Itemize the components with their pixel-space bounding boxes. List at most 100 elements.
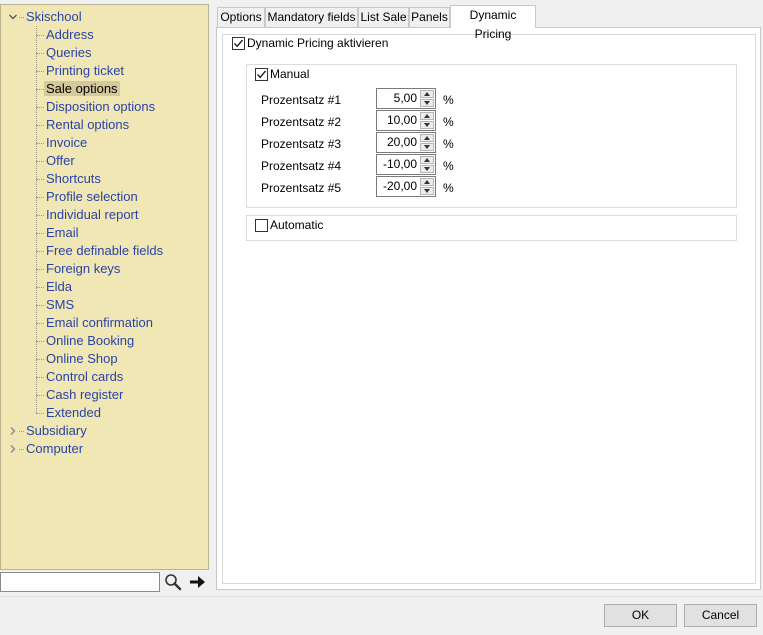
tree-item-extended[interactable]: Extended xyxy=(44,404,103,422)
tree-item-cash-register[interactable]: Cash register xyxy=(44,386,125,404)
tab-options[interactable]: Options xyxy=(217,7,265,27)
tree-connector xyxy=(36,71,44,72)
tree-item-label: Rental options xyxy=(46,117,130,132)
tree-item-label: Control cards xyxy=(46,369,124,384)
percentage-label: Prozentsatz #4 xyxy=(261,159,342,173)
tree-item-label: Subsidiary xyxy=(26,423,87,438)
tab-page-dynamic-pricing: Dynamic Pricing aktivieren Manual Prozen… xyxy=(216,27,761,590)
percent-unit: % xyxy=(443,159,454,173)
tree-item-label: Offer xyxy=(46,153,75,168)
footer-divider xyxy=(0,596,763,597)
percent-unit: % xyxy=(443,181,454,195)
tree-item-label: Shortcuts xyxy=(46,171,101,186)
tree-item-label: Individual report xyxy=(46,207,139,222)
tree-item-label: Printing ticket xyxy=(46,63,125,78)
tree-item-online-shop[interactable]: Online Shop xyxy=(44,350,120,368)
chevron-right-icon[interactable] xyxy=(8,422,18,440)
percentage-value: -10,00 xyxy=(382,157,417,171)
tree-connector xyxy=(36,377,44,378)
tree-item-sms[interactable]: SMS xyxy=(44,296,76,314)
tree-connector xyxy=(36,305,44,306)
tab-list-sale[interactable]: List Sale xyxy=(358,7,409,27)
tree-item-subsidiary[interactable]: Subsidiary xyxy=(24,422,89,440)
ok-button[interactable]: OK xyxy=(604,604,677,627)
tree-item-label: Foreign keys xyxy=(46,261,121,276)
tree-connector xyxy=(36,143,44,144)
spin-down-button[interactable] xyxy=(420,165,434,173)
tree-item-online-booking[interactable]: Online Booking xyxy=(44,332,136,350)
spin-down-button[interactable] xyxy=(420,99,434,107)
spin-up-button[interactable] xyxy=(420,112,434,120)
tree-connector xyxy=(36,251,44,252)
spin-up-button[interactable] xyxy=(420,134,434,142)
dynamic-pricing-activate-checkbox[interactable] xyxy=(232,37,245,50)
tree-item-label: Disposition options xyxy=(46,99,156,114)
tree-connector xyxy=(36,53,44,54)
tree-item-disposition-options[interactable]: Disposition options xyxy=(44,98,157,116)
tree-item-control-cards[interactable]: Control cards xyxy=(44,368,125,386)
spin-down-button[interactable] xyxy=(420,187,434,195)
tree-connector xyxy=(36,26,37,413)
tree-connector xyxy=(36,161,44,162)
tab-dynamic-pricing[interactable]: Dynamic Pricing xyxy=(450,5,536,41)
percentage-4-spinner[interactable]: -10,00 xyxy=(376,154,436,175)
tree-connector xyxy=(36,125,44,126)
cancel-button[interactable]: Cancel xyxy=(684,604,757,627)
tree-item-invoice[interactable]: Invoice xyxy=(44,134,89,152)
automatic-checkbox[interactable] xyxy=(255,219,268,232)
dynamic-pricing-panel: Dynamic Pricing aktivieren Manual Prozen… xyxy=(222,34,756,584)
tree-item-individual-report[interactable]: Individual report xyxy=(44,206,141,224)
percentage-1-spinner[interactable]: 5,00 xyxy=(376,88,436,109)
tree-item-foreign-keys[interactable]: Foreign keys xyxy=(44,260,122,278)
percentage-label: Prozentsatz #3 xyxy=(261,137,342,151)
tree-item-printing-ticket[interactable]: Printing ticket xyxy=(44,62,126,80)
tab-mandatory-fields[interactable]: Mandatory fields xyxy=(265,7,358,27)
tree-item-offer[interactable]: Offer xyxy=(44,152,77,170)
tree-item-label: SMS xyxy=(46,297,75,312)
tree-item-rental-options[interactable]: Rental options xyxy=(44,116,131,134)
spin-down-button[interactable] xyxy=(420,121,434,129)
tree-item-computer[interactable]: Computer xyxy=(24,440,85,458)
percentage-value: 20,00 xyxy=(386,135,417,149)
tree-item-email[interactable]: Email xyxy=(44,224,81,242)
spin-up-button[interactable] xyxy=(420,90,434,98)
tab-panels[interactable]: Panels xyxy=(409,7,450,27)
spin-up-button[interactable] xyxy=(420,178,434,186)
tree-item-shortcuts[interactable]: Shortcuts xyxy=(44,170,103,188)
manual-label: Manual xyxy=(270,67,310,81)
percentage-2-spinner[interactable]: 10,00 xyxy=(376,110,436,131)
tree-item-address[interactable]: Address xyxy=(44,26,96,44)
magnifier-icon[interactable] xyxy=(163,572,183,592)
percentage-3-spinner[interactable]: 20,00 xyxy=(376,132,436,153)
percent-unit: % xyxy=(443,93,454,107)
arrow-right-icon[interactable] xyxy=(187,572,207,592)
percentage-value: 5,00 xyxy=(393,91,417,105)
percentage-label: Prozentsatz #2 xyxy=(261,115,342,129)
tree-item-free-definable-fields[interactable]: Free definable fields xyxy=(44,242,165,260)
tree-item-label: Extended xyxy=(46,405,101,420)
manual-checkbox[interactable] xyxy=(255,68,268,81)
tree-item-skischool[interactable]: Skischool xyxy=(24,8,84,26)
checkmark-icon xyxy=(233,39,244,48)
tree-item-label: Elda xyxy=(46,279,73,294)
tree-item-label: Computer xyxy=(26,441,84,456)
tree-item-email-confirmation[interactable]: Email confirmation xyxy=(44,314,155,332)
chevron-down-icon[interactable] xyxy=(8,8,18,26)
percentage-value: 10,00 xyxy=(386,113,417,127)
spin-down-button[interactable] xyxy=(420,143,434,151)
tree-item-label: Cash register xyxy=(46,387,124,402)
tree-connector xyxy=(36,89,44,90)
tree-connector xyxy=(36,107,44,108)
tree-item-sale-options[interactable]: Sale options xyxy=(44,80,120,98)
chevron-right-icon[interactable] xyxy=(8,440,18,458)
spin-up-button[interactable] xyxy=(420,156,434,164)
tree-item-elda[interactable]: Elda xyxy=(44,278,74,296)
tree-item-profile-selection[interactable]: Profile selection xyxy=(44,188,140,206)
tree-item-label: Sale options xyxy=(44,81,120,96)
tree-item-label: Email xyxy=(46,225,79,240)
percentage-5-spinner[interactable]: -20,00 xyxy=(376,176,436,197)
tree-search-input[interactable] xyxy=(0,572,160,592)
tree-item-queries[interactable]: Queries xyxy=(44,44,94,62)
navigation-tree[interactable]: Skischool Address Queries Printing ticket Sa… xyxy=(0,4,209,570)
tree-item-label: Free definable fields xyxy=(46,243,164,258)
